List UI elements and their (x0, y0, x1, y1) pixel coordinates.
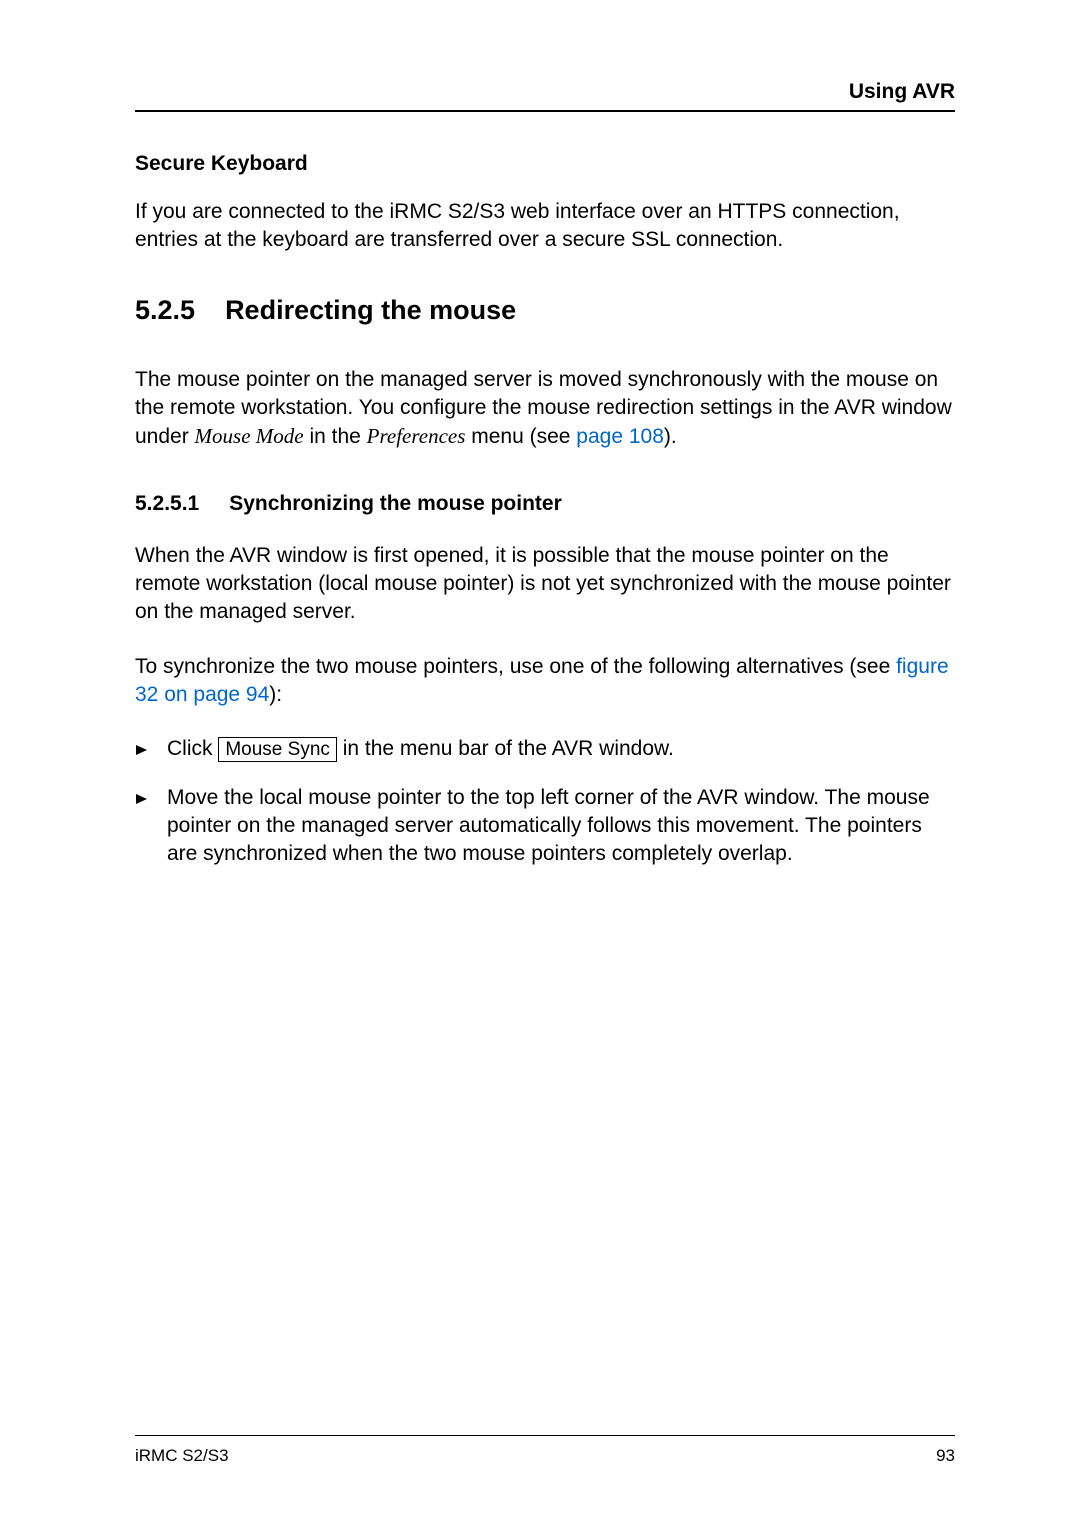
subsection-heading: 5.2.5.1 Synchronizing the mouse pointer (135, 492, 955, 516)
para2-after: ): (269, 683, 282, 706)
section-intro: The mouse pointer on the managed server … (135, 366, 955, 452)
section-title: Redirecting the mouse (225, 295, 516, 326)
header-title: Using AVR (849, 80, 955, 104)
footer-page-number: 93 (936, 1446, 955, 1466)
para2-before: To synchronize the two mouse pointers, u… (135, 655, 896, 678)
intro-after: ). (664, 425, 677, 448)
footer-left: iRMC S2/S3 (135, 1446, 229, 1466)
bullet1-after: in the menu bar of the AVR window. (337, 737, 674, 760)
page-footer: iRMC S2/S3 93 (135, 1435, 955, 1466)
sync-intro-para: When the AVR window is first opened, it … (135, 542, 955, 627)
alternatives-list: Click Mouse Sync in the menu bar of the … (135, 735, 955, 868)
secure-keyboard-heading: Secure Keyboard (135, 152, 955, 176)
triangle-bullet-icon (135, 786, 149, 869)
mouse-sync-button: Mouse Sync (218, 737, 337, 762)
section-heading: 5.2.5 Redirecting the mouse (135, 295, 955, 326)
list-item: Move the local mouse pointer to the top … (135, 784, 955, 869)
subsection-title: Synchronizing the mouse pointer (229, 492, 562, 516)
bullet1-before: Click (167, 737, 218, 760)
intro-mid1: in the (304, 425, 367, 448)
page-container: Using AVR Secure Keyboard If you are con… (0, 0, 1080, 1526)
page-header: Using AVR (135, 80, 955, 112)
bullet-2-content: Move the local mouse pointer to the top … (167, 784, 955, 869)
page-108-link[interactable]: page 108 (576, 425, 664, 448)
sync-alternatives-para: To synchronize the two mouse pointers, u… (135, 653, 955, 710)
intro-mid2: menu (see (465, 425, 576, 448)
triangle-bullet-icon (135, 737, 149, 765)
intro-italic-preferences: Preferences (367, 424, 466, 448)
secure-keyboard-body: If you are connected to the iRMC S2/S3 w… (135, 198, 955, 255)
section-number: 5.2.5 (135, 295, 195, 326)
bullet-1-content: Click Mouse Sync in the menu bar of the … (167, 735, 955, 765)
intro-italic-mouse-mode: Mouse Mode (195, 424, 304, 448)
list-item: Click Mouse Sync in the menu bar of the … (135, 735, 955, 765)
subsection-number: 5.2.5.1 (135, 492, 199, 516)
